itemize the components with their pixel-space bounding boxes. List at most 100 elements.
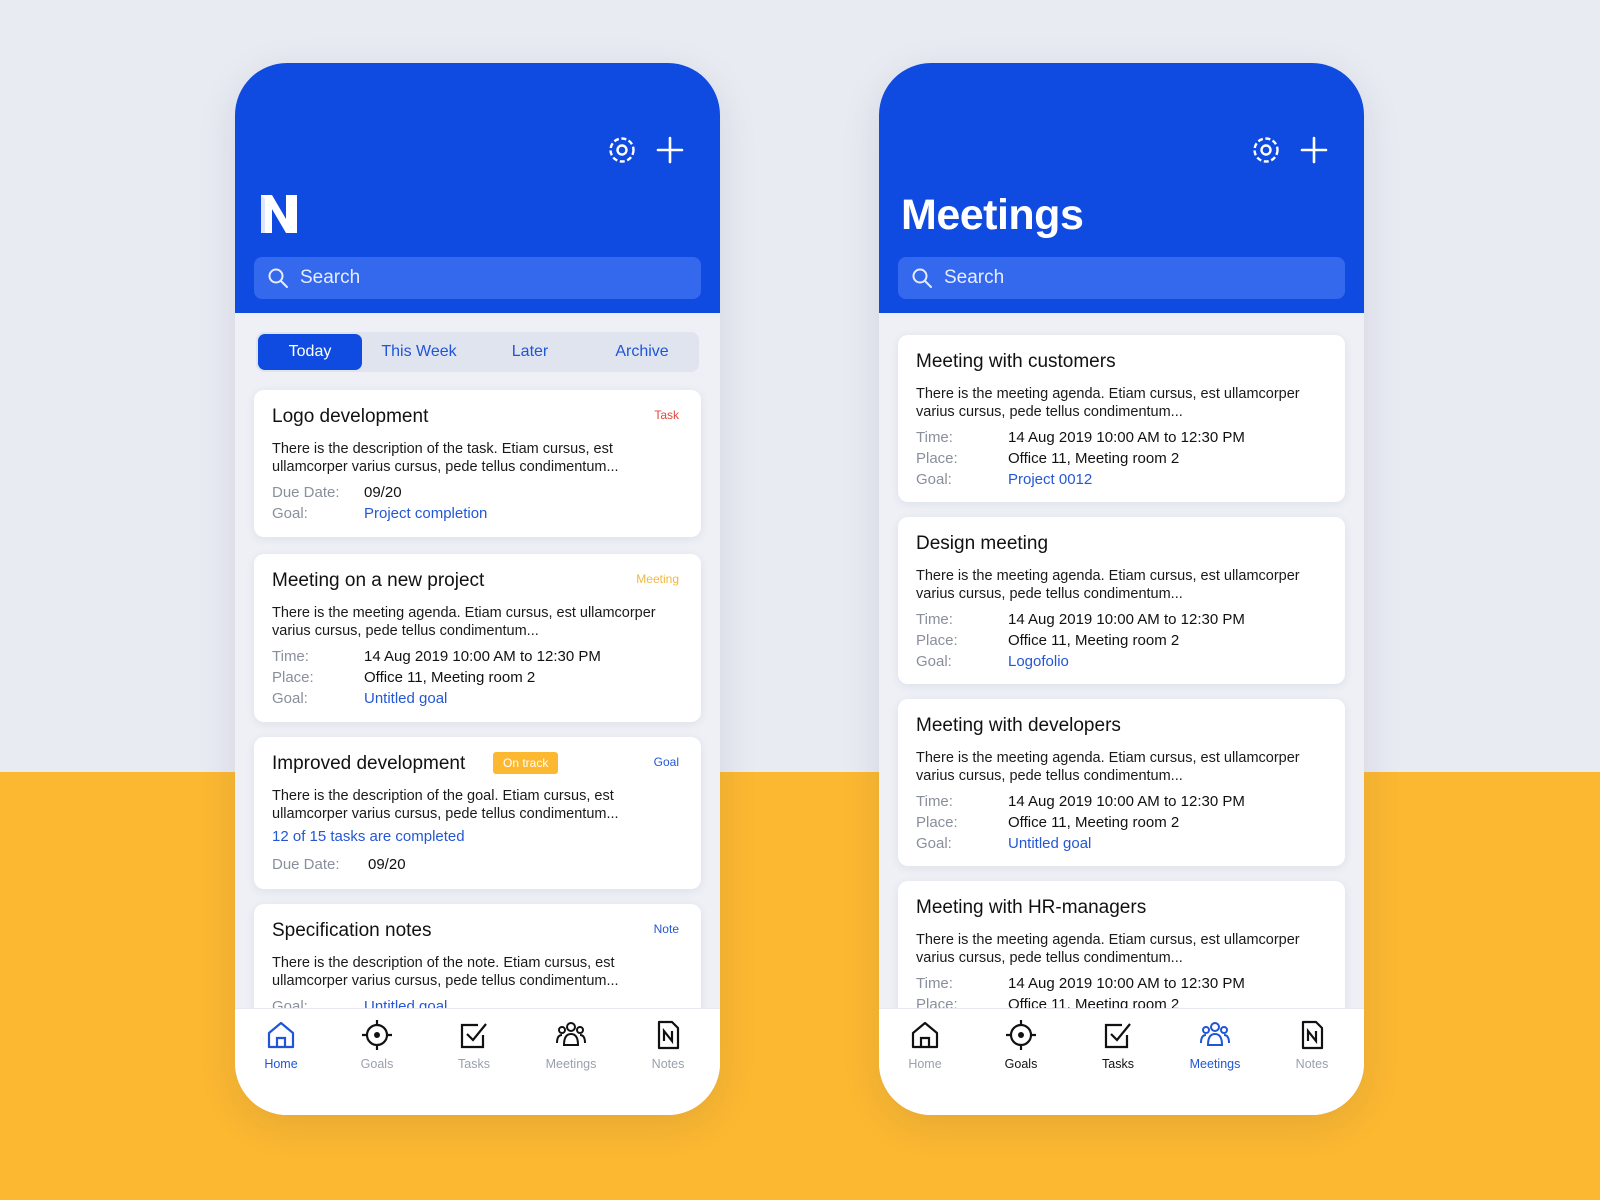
- field-value: 14 Aug 2019 10:00 AM to 12:30 PM: [364, 648, 601, 665]
- note-icon: [657, 1020, 680, 1050]
- meetings-content: Meeting with customers There is the meet…: [879, 313, 1364, 1115]
- add-icon[interactable]: [653, 133, 687, 167]
- field-value: 14 Aug 2019 10:00 AM to 12:30 PM: [1008, 793, 1245, 810]
- phone-home: Today This Week Later Archive Logo devel…: [235, 63, 720, 1115]
- field-value: 14 Aug 2019 10:00 AM to 12:30 PM: [1008, 975, 1245, 992]
- field-label: Goal:: [916, 835, 952, 852]
- field-label: Time:: [272, 648, 309, 665]
- goal-link[interactable]: Untitled goal: [1008, 835, 1091, 852]
- tab-today[interactable]: Today: [258, 334, 362, 370]
- nav-meetings[interactable]: Meetings: [1170, 1019, 1260, 1079]
- home-icon: [911, 1021, 939, 1049]
- goal-link[interactable]: Untitled goal: [364, 690, 447, 707]
- field-value: Office 11, Meeting room 2: [1008, 814, 1180, 831]
- nav-goals[interactable]: Goals: [332, 1019, 422, 1079]
- home-header: [235, 63, 720, 313]
- nav-home[interactable]: Home: [880, 1019, 970, 1079]
- goal-card[interactable]: Improved development On track Goal There…: [254, 737, 701, 889]
- nav-label: Meetings: [1189, 1057, 1241, 1071]
- field-value: 14 Aug 2019 10:00 AM to 12:30 PM: [1008, 429, 1245, 446]
- card-title: Meeting on a new project: [272, 570, 485, 591]
- card-title: Meeting with HR-managers: [916, 897, 1147, 918]
- meeting-card[interactable]: Design meeting There is the meeting agen…: [898, 517, 1345, 684]
- card-description: There is the meeting agenda. Etiam cursu…: [916, 750, 1300, 784]
- goal-link[interactable]: Logofolio: [1008, 653, 1069, 670]
- nav-notes[interactable]: Notes: [1267, 1019, 1357, 1079]
- card-title: Improved development: [272, 753, 466, 774]
- nav-label: Notes: [1295, 1057, 1329, 1071]
- search-input[interactable]: [300, 257, 680, 299]
- card-title: Meeting with customers: [916, 351, 1116, 372]
- nav-tasks[interactable]: Tasks: [1073, 1019, 1163, 1079]
- target-icon: [362, 1020, 392, 1050]
- note-icon: [1301, 1020, 1324, 1050]
- field-label: Goal:: [916, 653, 952, 670]
- card-title: Specification notes: [272, 920, 432, 941]
- tab-this-week[interactable]: This Week: [367, 334, 471, 370]
- card-description: There is the description of the note. Et…: [272, 955, 619, 989]
- nav-tasks[interactable]: Tasks: [429, 1019, 519, 1079]
- nav-label: Home: [264, 1057, 298, 1071]
- nav-label: Home: [908, 1057, 942, 1071]
- nav-label: Notes: [651, 1057, 685, 1071]
- field-value: 09/20: [368, 856, 406, 873]
- bottom-nav: Home Goals Tasks Meetings Notes: [235, 1008, 720, 1115]
- task-card[interactable]: Logo development Task There is the descr…: [254, 390, 701, 537]
- search-bar[interactable]: [254, 257, 701, 299]
- meeting-card[interactable]: Meeting on a new project Meeting There i…: [254, 554, 701, 722]
- field-label: Place:: [272, 669, 314, 686]
- progress-link[interactable]: 12 of 15 tasks are completed: [272, 828, 465, 845]
- goal-link[interactable]: Project 0012: [1008, 471, 1092, 488]
- search-bar[interactable]: [898, 257, 1345, 299]
- status-badge: On track: [493, 752, 559, 774]
- goal-link[interactable]: Project completion: [364, 505, 487, 522]
- settings-icon[interactable]: [605, 133, 639, 167]
- card-title: Meeting with developers: [916, 715, 1121, 736]
- people-icon: [556, 1022, 586, 1046]
- tab-later[interactable]: Later: [478, 334, 582, 370]
- n-logo-icon: [257, 191, 301, 237]
- card-title: Design meeting: [916, 533, 1049, 554]
- page-title: Meetings: [901, 191, 1084, 239]
- checkbox-icon: [1104, 1023, 1131, 1049]
- field-value: 14 Aug 2019 10:00 AM to 12:30 PM: [1008, 611, 1245, 628]
- field-label: Place:: [916, 632, 958, 649]
- meeting-card[interactable]: Meeting with developers There is the mee…: [898, 699, 1345, 866]
- field-label: Time:: [916, 611, 953, 628]
- field-value: Office 11, Meeting room 2: [1008, 632, 1180, 649]
- search-input[interactable]: [944, 257, 1324, 299]
- home-icon: [267, 1021, 295, 1049]
- card-description: There is the meeting agenda. Etiam cursu…: [916, 932, 1300, 966]
- field-label: Goal:: [272, 690, 308, 707]
- field-label: Place:: [916, 814, 958, 831]
- nav-home[interactable]: Home: [236, 1019, 326, 1079]
- checkbox-icon: [460, 1023, 487, 1049]
- nav-goals[interactable]: Goals: [976, 1019, 1066, 1079]
- tab-archive[interactable]: Archive: [590, 334, 694, 370]
- type-tag: Note: [653, 922, 679, 936]
- field-value: Office 11, Meeting room 2: [364, 669, 536, 686]
- nav-notes[interactable]: Notes: [623, 1019, 713, 1079]
- nav-label: Tasks: [458, 1057, 490, 1071]
- field-label: Due Date:: [272, 856, 340, 873]
- people-icon: [1200, 1022, 1230, 1046]
- field-value: Office 11, Meeting room 2: [1008, 450, 1180, 467]
- card-description: There is the description of the goal. Et…: [272, 788, 619, 822]
- card-title: Logo development: [272, 406, 429, 427]
- nav-label: Meetings: [545, 1057, 597, 1071]
- meetings-header: Meetings: [879, 63, 1364, 313]
- field-label: Time:: [916, 429, 953, 446]
- field-label: Goal:: [916, 471, 952, 488]
- filter-tabs: Today This Week Later Archive: [256, 332, 699, 372]
- card-description: There is the description of the task. Et…: [272, 441, 619, 475]
- settings-icon[interactable]: [1249, 133, 1283, 167]
- card-description: There is the meeting agenda. Etiam cursu…: [916, 568, 1300, 602]
- phone-meetings: Meetings Meeting with customers There is…: [879, 63, 1364, 1115]
- field-value: 09/20: [364, 484, 402, 501]
- add-icon[interactable]: [1297, 133, 1331, 167]
- nav-meetings[interactable]: Meetings: [526, 1019, 616, 1079]
- meeting-card[interactable]: Meeting with customers There is the meet…: [898, 335, 1345, 502]
- search-icon: [268, 268, 288, 288]
- bottom-nav: Home Goals Tasks Meetings Notes: [879, 1008, 1364, 1115]
- field-label: Time:: [916, 975, 953, 992]
